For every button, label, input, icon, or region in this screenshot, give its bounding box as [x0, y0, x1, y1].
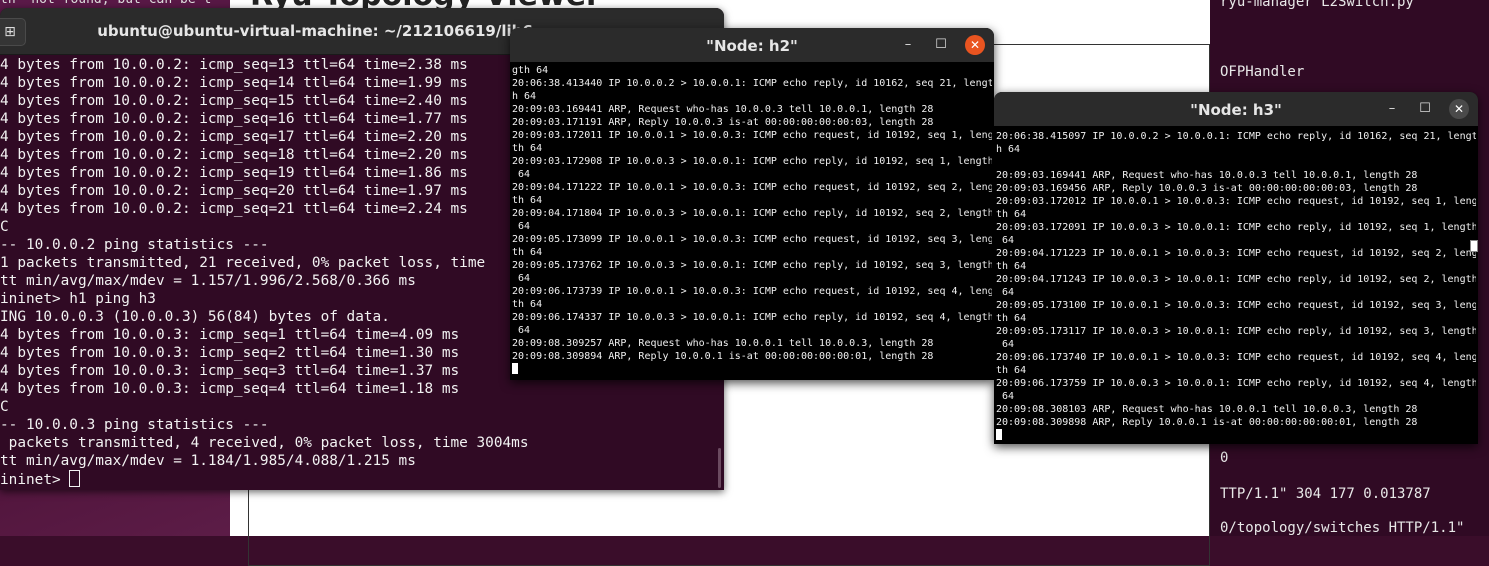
tcpdump-line: 20:09:08.309894 ARP, Reply 10.0.0.1 is-a… [512, 351, 934, 362]
node-h3-window[interactable]: "Node: h3" – ☐ ✕ 20:06:38.415097 IP 10.0… [994, 92, 1478, 444]
tcpdump-line: th 64 [996, 365, 1027, 376]
tcpdump-line: 20:09:06.173759 IP 10.0.0.3 > 10.0.0.1: … [996, 378, 1476, 389]
maximize-icon[interactable]: ☐ [1415, 99, 1435, 119]
tcpdump-line [996, 156, 1476, 169]
background-terminal-line: th "not found, but can be t [0, 0, 720, 8]
tcpdump-line: 64 [996, 339, 1015, 350]
minimize-icon[interactable]: – [898, 35, 918, 55]
tcpdump-line: th 64 [512, 143, 543, 154]
cursor-line[interactable] [996, 429, 1476, 442]
tcpdump-line: 64 [512, 325, 531, 336]
scrollbar[interactable] [718, 448, 721, 488]
tcpdump-line: 20:09:06.173740 IP 10.0.0.1 > 10.0.0.3: … [996, 352, 1476, 363]
tcpdump-line: 64 [996, 287, 1015, 298]
tcpdump-line: 20:09:05.173117 IP 10.0.0.3 > 10.0.0.1: … [996, 326, 1476, 337]
terminal-line: C [0, 399, 9, 415]
tcpdump-line: 20:06:38.415097 IP 10.0.0.2 > 10.0.0.1: … [996, 131, 1476, 142]
text-cursor [512, 363, 518, 374]
tcpdump-line: 64 [512, 273, 531, 284]
text-cursor [996, 429, 1002, 440]
cursor-line[interactable] [512, 363, 992, 376]
node-h3-titlebar[interactable]: "Node: h3" – ☐ ✕ [994, 92, 1478, 126]
node-h2-output[interactable]: gth 64 20:06:38.413440 IP 10.0.0.2 > 10.0… [512, 64, 992, 376]
maximize-icon[interactable]: ☐ [931, 35, 951, 55]
tcpdump-line: 20:06:38.413440 IP 10.0.0.2 > 10.0.0.1: … [512, 78, 992, 89]
terminal-line: 4 bytes from 10.0.0.3: icmp_seq=4 ttl=64… [0, 381, 460, 397]
tcpdump-line: 20:09:05.173762 IP 10.0.0.3 > 10.0.0.1: … [512, 260, 992, 271]
tcpdump-line: 20:09:03.172011 IP 10.0.0.1 > 10.0.0.3: … [512, 130, 992, 141]
ryu-log-line: ryu-manager L2Switch.py [1220, 0, 1414, 10]
tcpdump-line: 20:09:08.308103 ARP, Request who-has 10.… [996, 404, 1418, 415]
terminal-line: tt min/avg/max/mdev = 1.184/1.985/4.088/… [0, 453, 416, 469]
prompt-text: ininet> [0, 472, 70, 488]
ryu-log-line: 0/topology/switches HTTP/1.1" [1220, 520, 1465, 536]
ryu-log-line: 0 [1220, 450, 1229, 466]
ryu-log-line: TTP/1.1" 304 177 0.013787 [1220, 486, 1431, 502]
tcpdump-line: 20:09:06.173739 IP 10.0.0.1 > 10.0.0.3: … [512, 286, 992, 297]
ryu-log-line: OFPHandler [1220, 64, 1305, 80]
node-h3-title: "Node: h3" [1190, 101, 1282, 119]
close-icon[interactable]: ✕ [965, 35, 985, 55]
tcpdump-line: 20:09:03.172091 IP 10.0.0.3 > 10.0.0.1: … [996, 222, 1476, 233]
tcpdump-line: 64 [512, 169, 531, 180]
terminal-line: packets transmitted, 4 received, 0% pack… [0, 435, 529, 451]
prompt-line[interactable]: ininet> [0, 470, 724, 488]
tcpdump-line: 20:09:04.171222 IP 10.0.0.1 > 10.0.0.3: … [512, 182, 992, 193]
tcpdump-line: h 64 [996, 144, 1021, 155]
tcpdump-line: 64 [996, 235, 1015, 246]
text-cursor [69, 470, 81, 487]
tcpdump-line: 20:09:08.309898 ARP, Reply 10.0.0.1 is-a… [996, 417, 1418, 428]
tcpdump-line: 20:09:05.173100 IP 10.0.0.1 > 10.0.0.3: … [996, 300, 1476, 311]
scrollbar[interactable] [1470, 240, 1478, 252]
close-icon[interactable]: ✕ [1449, 99, 1469, 119]
node-h3-output[interactable]: 20:06:38.415097 IP 10.0.0.2 > 10.0.0.1: … [996, 130, 1476, 442]
tcpdump-line: 20:09:03.169441 ARP, Request who-has 10.… [996, 170, 1418, 181]
tcpdump-line: th 64 [996, 261, 1027, 272]
tcpdump-line: 20:09:04.171243 IP 10.0.0.3 > 10.0.0.1: … [996, 274, 1476, 285]
tcpdump-line: gth 64 [512, 65, 549, 76]
tcpdump-line: 20:09:03.172908 IP 10.0.0.3 > 10.0.0.1: … [512, 156, 992, 167]
tcpdump-line: th 64 [996, 209, 1027, 220]
node-h2-titlebar[interactable]: "Node: h2" – ☐ ✕ [510, 28, 994, 62]
tcpdump-line: 20:09:04.171804 IP 10.0.0.3 > 10.0.0.1: … [512, 208, 992, 219]
tcpdump-line: 20:09:03.172012 IP 10.0.0.1 > 10.0.0.3: … [996, 196, 1476, 207]
tcpdump-line: th 64 [512, 299, 543, 310]
node-h2-title: "Node: h2" [706, 37, 798, 55]
terminal-line: -- 10.0.0.3 ping statistics --- [0, 417, 269, 433]
tcpdump-line: 20:09:03.169441 ARP, Request who-has 10.… [512, 104, 934, 115]
node-h2-window[interactable]: "Node: h2" – ☐ ✕ gth 64 20:06:38.413440 I… [510, 28, 994, 380]
tcpdump-line: th 64 [512, 247, 543, 258]
tcpdump-line: 20:09:03.169456 ARP, Reply 10.0.0.3 is-a… [996, 183, 1418, 194]
tcpdump-line: h 64 [512, 91, 537, 102]
tcpdump-line: 20:09:08.309257 ARP, Request who-has 10.… [512, 338, 934, 349]
minimize-icon[interactable]: – [1382, 99, 1402, 119]
tcpdump-line: th 64 [512, 195, 543, 206]
tcpdump-line: th 64 [996, 313, 1027, 324]
tcpdump-line: 20:09:03.171191 ARP, Reply 10.0.0.3 is-a… [512, 117, 934, 128]
tcpdump-line: 20:09:06.174337 IP 10.0.0.3 > 10.0.0.1: … [512, 312, 992, 323]
tcpdump-line: 64 [996, 391, 1015, 402]
tcpdump-line: 20:09:05.173099 IP 10.0.0.1 > 10.0.0.3: … [512, 234, 992, 245]
tcpdump-line: 64 [512, 221, 531, 232]
tcpdump-line: 20:09:04.171223 IP 10.0.0.1 > 10.0.0.3: … [996, 248, 1476, 259]
